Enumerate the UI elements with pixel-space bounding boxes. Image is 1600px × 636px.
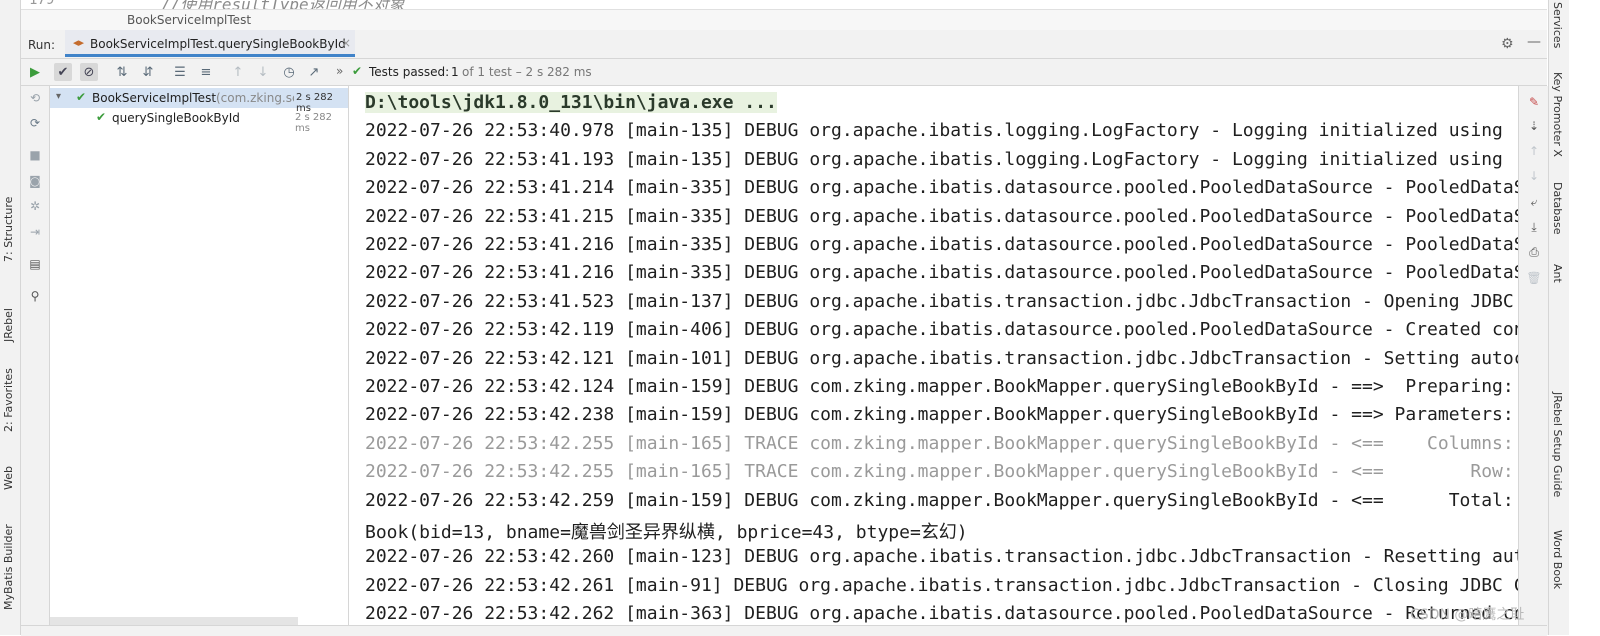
tree-horizontal-scrollbar[interactable] <box>50 617 298 625</box>
console-line: 2022-07-26 22:53:42.255 [main-165] TRACE… <box>365 432 1514 454</box>
previous-failed-icon[interactable]: ↑ <box>229 63 247 81</box>
console-line: 2022-07-26 22:53:42.121 [main-101] DEBUG… <box>365 347 1518 369</box>
tool-window-web[interactable]: Web <box>2 466 15 490</box>
tool-window-ant[interactable]: Ant <box>1551 264 1564 283</box>
console-output[interactable]: D:\tools\jdk1.8.0_131\bin\java.exe ... 20… <box>350 86 1518 635</box>
left-tool-window-strip: 7: Structure JRebel 2: Favorites Web MyB… <box>0 0 21 635</box>
tool-window-jrebel[interactable]: JRebel <box>2 308 15 342</box>
console-line: 2022-07-26 22:53:42.255 [main-165] TRACE… <box>365 461 1514 483</box>
up-icon[interactable]: ↑ <box>1526 143 1542 159</box>
passed-check-icon: ✔ <box>76 90 87 104</box>
run-tab[interactable]: ◂▸ BookServiceImplTest.querySingleBookBy… <box>65 30 355 57</box>
console-line: 2022-07-26 22:53:42.259 [main-159] DEBUG… <box>365 489 1514 511</box>
tool-window-word-book[interactable]: Word Book <box>1551 530 1564 589</box>
close-icon[interactable]: × <box>341 36 351 50</box>
watermark: CSDN @晴鹰之耻 <box>1410 607 1525 623</box>
tool-window-database[interactable]: Database <box>1551 182 1564 235</box>
exit-icon[interactable]: ⇥ <box>26 223 44 241</box>
tree-row[interactable]: ✔ querySingleBookById 2 s 282 ms <box>50 108 348 134</box>
console-toolbar: ✎ ⇣ ↑ ↓ ⤶ ⤓ ⎙ 🗑 <box>1518 86 1548 635</box>
passed-check-icon: ✔ <box>352 64 363 78</box>
more-icon[interactable]: » <box>336 64 343 78</box>
console-line: 2022-07-26 22:53:41.523 [main-137] DEBUG… <box>365 290 1518 312</box>
run-label: Run: <box>28 38 56 52</box>
console-line: 2022-07-26 22:53:41.214 [main-335] DEBUG… <box>365 177 1518 199</box>
gear-icon[interactable]: ⚙ <box>1501 36 1514 52</box>
collapse-all-icon[interactable]: ≡ <box>197 63 215 81</box>
tree-row[interactable]: ▾ ✔ BookServiceImplTest (com.zking.se 2 … <box>50 88 348 114</box>
stop-icon[interactable]: ■ <box>26 146 44 164</box>
test-runner-toolbar: ▶ ✔ ⊘ ⇅ ⇵ ☰ ≡ ↑ ↓ ◷ ↗ » ✔ Tests passed: … <box>21 59 1547 86</box>
console-line: 2022-07-26 22:53:41.216 [main-335] DEBUG… <box>365 234 1518 255</box>
camera-icon[interactable]: ◙ <box>26 172 44 190</box>
tree-item-time: 2 s 282 ms <box>295 112 333 134</box>
sort-icon[interactable]: ⇣ <box>1526 118 1542 134</box>
clear-filter-icon[interactable]: ✎ <box>1526 94 1542 110</box>
run-config-icon: ◂▸ <box>73 36 85 49</box>
editor-area: 179 //使用resultType返回用不对象 <box>21 0 1547 10</box>
history-icon[interactable]: ◷ <box>280 63 298 81</box>
run-side-toolbar: ⟲ ⟳ ■ ◙ ✲ ⇥ ▤ ⚲ <box>21 86 50 635</box>
down-icon[interactable]: ↓ <box>1526 168 1542 184</box>
console-line: 2022-07-26 22:53:41.216 [main-335] DEBUG… <box>365 262 1518 284</box>
console-line: 2022-07-26 22:53:40.978 [main-135] DEBUG… <box>365 120 1518 142</box>
toggle-auto-test-icon[interactable]: ⟳ <box>26 114 44 132</box>
console-line: 2022-07-26 22:53:42.260 [main-123] DEBUG… <box>365 546 1518 568</box>
tree-item-name: querySingleBookById <box>112 111 240 125</box>
soft-wrap-icon[interactable]: ⤶ <box>1526 194 1542 210</box>
console-line: 2022-07-26 22:53:41.193 [main-135] DEBUG… <box>365 148 1518 170</box>
console-line: 2022-07-26 22:53:42.124 [main-159] DEBUG… <box>365 376 1514 397</box>
show-ignored-icon[interactable]: ⊘ <box>80 63 98 81</box>
console-line: 2022-07-26 22:53:42.262 [main-363] DEBUG… <box>365 603 1518 625</box>
tool-window-jrebel-setup[interactable]: JRebel Setup Guide <box>1551 392 1564 497</box>
expand-all-icon[interactable]: ☰ <box>171 63 189 81</box>
line-number: 179 <box>29 0 55 8</box>
tree-item-name: BookServiceImplTest <box>92 91 217 105</box>
console-line: 2022-07-26 22:53:42.119 [main-406] DEBUG… <box>365 319 1518 341</box>
code-comment: //使用resultType返回用不对象 <box>161 0 405 10</box>
debug-icon[interactable]: ✲ <box>26 197 44 215</box>
console-line: D:\tools\jdk1.8.0_131\bin\java.exe ... <box>365 92 777 113</box>
tool-window-key-promoter[interactable]: Key Promoter X <box>1551 72 1564 157</box>
console-line: 2022-07-26 22:53:42.238 [main-159] DEBUG… <box>365 404 1514 426</box>
sort-alphabetically-icon[interactable]: ⇅ <box>113 63 131 81</box>
next-failed-icon[interactable]: ↓ <box>254 63 272 81</box>
test-tree: ▾ ✔ BookServiceImplTest (com.zking.se 2 … <box>50 86 349 635</box>
trash-icon[interactable]: 🗑 <box>1526 270 1542 286</box>
console-line: Book(bid=13, bname=魔兽剑圣异界纵横, bprice=43, … <box>365 522 968 543</box>
run-panel-header: Run: ◂▸ BookServiceImplTest.querySingleB… <box>21 30 1547 59</box>
show-passed-icon[interactable]: ✔ <box>54 63 72 81</box>
editor-tab-label[interactable]: BookServiceImplTest <box>127 13 251 27</box>
export-icon[interactable]: ↗ <box>305 63 323 81</box>
print-icon[interactable]: ⎙ <box>1526 244 1542 260</box>
status-detail: of 1 test – 2 s 282 ms <box>462 65 592 79</box>
chevron-down-icon[interactable]: ▾ <box>56 91 61 102</box>
tool-window-structure[interactable]: 7: Structure <box>2 197 15 262</box>
bottom-status-bar <box>21 625 1547 636</box>
sort-by-duration-icon[interactable]: ⇵ <box>139 63 157 81</box>
rerun-failed-icon[interactable]: ⟲ <box>26 89 44 107</box>
layout-icon[interactable]: ▤ <box>26 255 44 273</box>
status-count: 1 <box>451 65 459 79</box>
tool-window-mybatis-builder[interactable]: MyBatis Builder <box>2 524 15 610</box>
tool-window-favorites[interactable]: 2: Favorites <box>2 368 15 432</box>
status-text: Tests passed: <box>369 65 450 79</box>
pin-icon[interactable]: ⚲ <box>26 287 44 305</box>
tool-window-services[interactable]: Services <box>1551 2 1564 48</box>
console-line: 2022-07-26 22:53:41.215 [main-335] DEBUG… <box>365 205 1518 227</box>
rerun-icon[interactable]: ▶ <box>26 63 44 81</box>
passed-check-icon: ✔ <box>96 110 107 124</box>
minimize-icon[interactable]: — <box>1527 34 1541 50</box>
editor-breadcrumb: BookServiceImplTest <box>21 10 1547 30</box>
scroll-to-end-icon[interactable]: ⤓ <box>1526 219 1542 235</box>
run-tab-title: BookServiceImplTest.querySingleBookById <box>90 37 346 51</box>
tree-item-package: (com.zking.se <box>216 91 294 105</box>
console-line: 2022-07-26 22:53:42.261 [main-91] DEBUG … <box>365 574 1518 596</box>
